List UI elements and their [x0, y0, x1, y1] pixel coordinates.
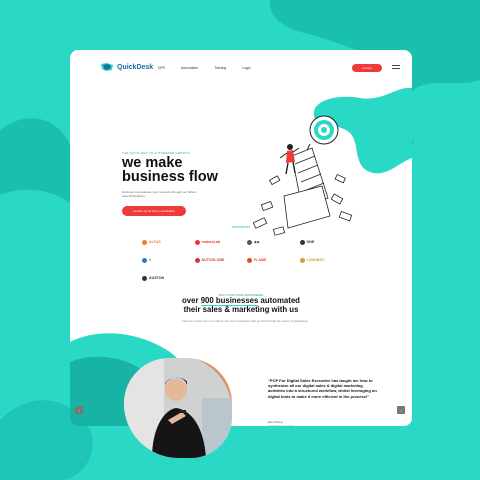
- client-logo: ONE: [299, 238, 353, 246]
- client-logos-grid: ALTUS motorsLab ◆◆ ONE ● AUTOGLOBE FLAME LONGBO…: [142, 238, 352, 282]
- client-logo-mark-icon: [142, 275, 147, 281]
- stats-subtitle: Discover stories from our clients who ha…: [182, 319, 308, 323]
- client-logo-text: FLAME: [254, 258, 267, 262]
- website-preview-card: QuickDesk DFR Automation Training Login …: [70, 50, 412, 426]
- client-logo-text: motorsLab: [201, 240, 221, 244]
- client-logo: AUSTON: [142, 274, 195, 282]
- client-logo-mark-icon: [247, 257, 252, 263]
- client-logo: ●: [142, 256, 195, 264]
- client-logo: AUTOGLOBE: [194, 256, 248, 264]
- hero-title-line2: business flow: [122, 169, 218, 185]
- client-logo-mark-icon: [194, 239, 200, 245]
- logo[interactable]: QuickDesk: [100, 62, 153, 72]
- client-logo: ALTUS: [142, 238, 195, 246]
- client-logo: ◆◆: [247, 238, 300, 246]
- client-logo-mark-icon: [299, 239, 305, 245]
- stats-title-post: automated: [258, 296, 300, 305]
- client-logo: LONGBOY: [299, 256, 353, 264]
- hero-subtitle: Embrace & accelerate your business throu…: [122, 190, 197, 199]
- speaker-photo: [124, 358, 232, 458]
- client-logo-mark-icon: [142, 257, 147, 263]
- nav-link-training[interactable]: Training: [214, 66, 226, 70]
- client-logo-text: LONGBOY: [306, 258, 325, 262]
- stats-title-line2: their sales & marketing with us: [183, 305, 299, 314]
- carousel-next-button[interactable]: ›: [397, 406, 405, 414]
- nav-link-dfr[interactable]: DFR: [158, 66, 165, 70]
- hero-title: we make business flow: [122, 155, 218, 185]
- testimonial-quote: "PCP For Digital Sales Executive has tau…: [268, 378, 377, 399]
- nav-link-login[interactable]: Login: [242, 66, 250, 70]
- hero-title-line1: we make: [122, 155, 183, 171]
- client-logo-mark-icon: [299, 257, 305, 263]
- client-logo-text: ●: [149, 258, 152, 262]
- testimonial-role: Digital Sales Executive: [268, 425, 294, 426]
- carousel-prev-button[interactable]: ‹: [75, 406, 83, 414]
- client-logo-text: AUTOGLOBE: [201, 258, 225, 262]
- client-logo: motorsLab: [194, 238, 248, 246]
- consultation-button[interactable]: contact us for free consultation: [122, 206, 186, 216]
- contact-button[interactable]: contact: [352, 64, 382, 72]
- client-logo-text: AUSTON: [149, 276, 165, 280]
- client-logo-text: ALTUS: [149, 240, 161, 244]
- testimonial-name: Eson Wong: [268, 420, 283, 424]
- trusted-by-heading: TRUSTED BY: [231, 225, 251, 229]
- nav-links: DFR Automation Training Login: [158, 66, 251, 70]
- logo-text: QuickDesk: [117, 63, 154, 71]
- client-logo-mark-icon: [247, 239, 252, 245]
- client-logo-mark-icon: [142, 239, 147, 245]
- stats-title: over 900 businesses automated their sale…: [70, 296, 412, 314]
- client-logo-text: ◆◆: [254, 240, 260, 244]
- speaker-illustration: [124, 358, 232, 458]
- stats-title-pre: over: [182, 296, 201, 305]
- hero-illustration: [252, 115, 353, 236]
- quickdesk-logo-icon: [101, 63, 113, 71]
- client-logo-mark-icon: [194, 257, 200, 263]
- client-logo-text: ONE: [306, 240, 315, 244]
- nav-link-automation[interactable]: Automation: [181, 66, 198, 70]
- client-logo: FLAME: [247, 256, 300, 264]
- hamburger-icon[interactable]: [392, 65, 400, 71]
